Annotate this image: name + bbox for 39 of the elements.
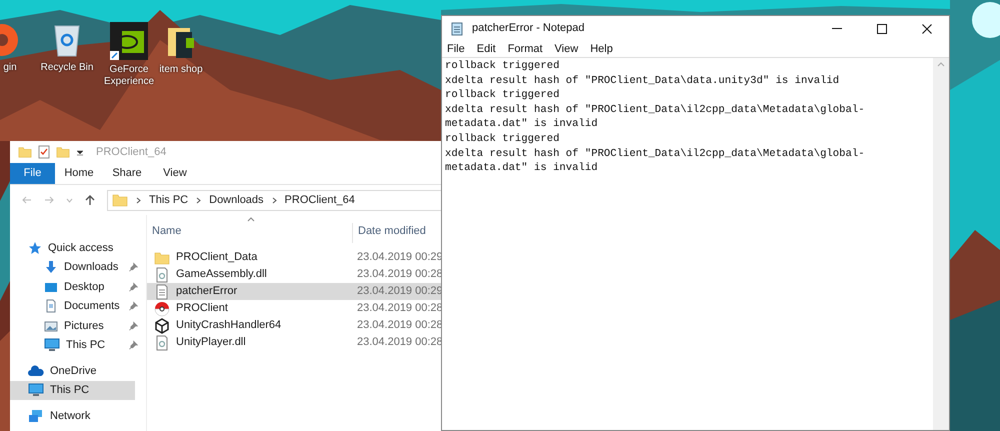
nav-item[interactable]: Quick access xyxy=(10,238,135,258)
nav-item[interactable]: Network xyxy=(10,406,135,426)
breadcrumb[interactable]: Downloads xyxy=(209,192,264,208)
file-name: GameAssembly.dll xyxy=(176,267,267,282)
nav-item[interactable]: OneDrive xyxy=(10,361,135,380)
file-name: UnityPlayer.dll xyxy=(176,335,246,350)
nav-item[interactable]: Downloads xyxy=(10,258,129,277)
menu-item[interactable]: View xyxy=(554,40,578,58)
window-title: PROClient_64 xyxy=(96,144,166,160)
menu-item[interactable]: Format xyxy=(508,40,543,58)
breadcrumb[interactable]: PROClient_64 xyxy=(284,192,355,208)
text-line: xdelta result hash of "PROClient_Data\il2cpp_data\Metadata\global- xyxy=(445,102,866,118)
menu-item[interactable]: Edit xyxy=(476,40,496,58)
text-line: rollback triggered xyxy=(445,59,560,74)
menu-item[interactable]: File xyxy=(447,40,465,58)
file-name: PROClient_Data xyxy=(176,250,258,266)
text-line: rollback triggered xyxy=(445,88,560,103)
menu-item[interactable]: Help xyxy=(590,40,613,58)
nav-item[interactable]: Documents xyxy=(10,296,129,316)
nav-item[interactable]: This PC xyxy=(10,336,129,355)
address-bar[interactable]: This PC Downloads PROClient_64 xyxy=(107,190,442,210)
ribbon-tab[interactable]: Home xyxy=(55,163,103,184)
file-name: patcherError xyxy=(176,284,238,300)
text-line: metadata.dat" is invalid xyxy=(445,161,599,176)
ribbon-tab[interactable]: File xyxy=(10,163,55,184)
text-line: rollback triggered xyxy=(445,132,560,147)
ribbon-tab[interactable]: Share xyxy=(103,163,151,184)
file-name: UnityCrashHandler64 xyxy=(176,318,282,334)
breadcrumb[interactable]: This PC xyxy=(149,192,188,208)
nav-item[interactable]: Desktop xyxy=(10,277,129,296)
text-line: metadata.dat" is invalid xyxy=(445,117,599,132)
text-line: xdelta result hash of "PROClient_Data\data.unity3d" is invalid xyxy=(445,74,840,88)
nav-item[interactable]: This PC xyxy=(10,380,135,400)
window-title: patcherError - Notepad xyxy=(472,21,586,36)
nav-item[interactable]: Pictures xyxy=(10,316,129,336)
column-header[interactable]: Name xyxy=(147,222,352,243)
ribbon-tab[interactable]: View xyxy=(151,163,199,184)
file-name: PROClient xyxy=(176,301,228,316)
text-line: xdelta result hash of "PROClient_Data\il2cpp_data\Metadata\global- xyxy=(445,146,866,162)
